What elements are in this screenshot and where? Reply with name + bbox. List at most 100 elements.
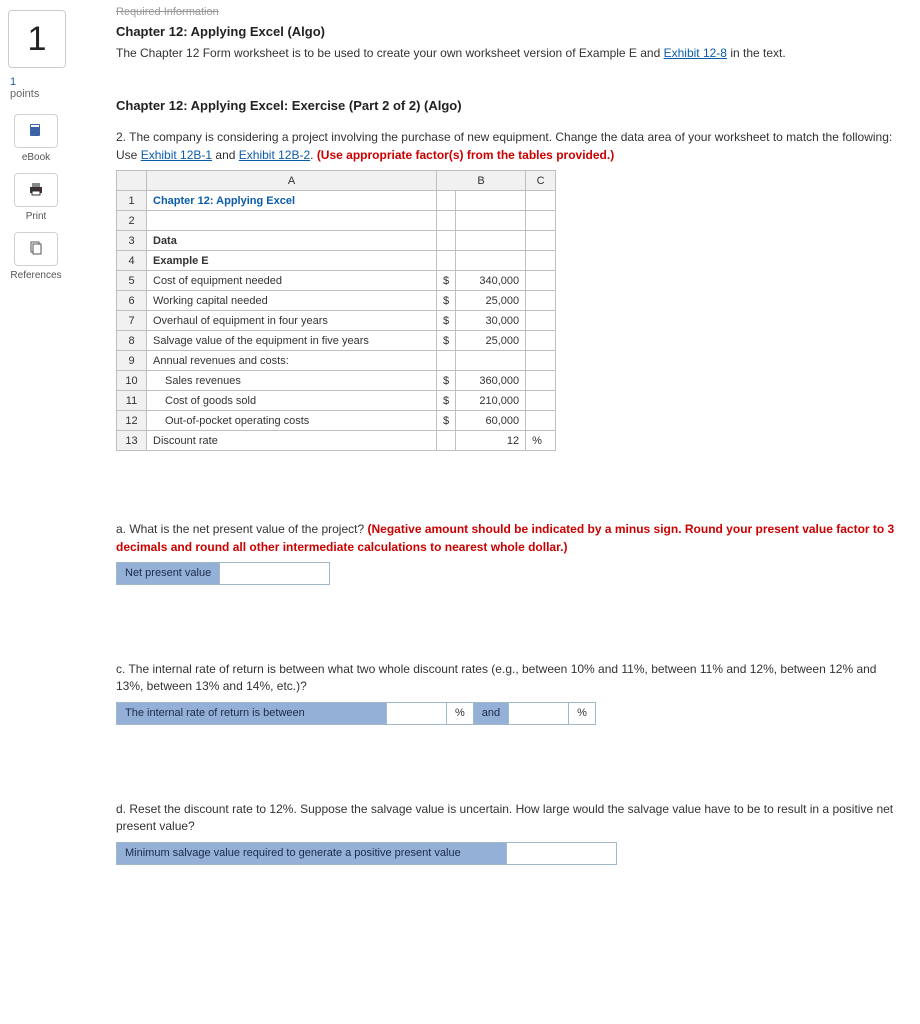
copy-icon [28, 240, 44, 259]
cell-c [526, 391, 556, 411]
intro-text-a: The Chapter 12 Form worksheet is to be u… [116, 46, 664, 60]
cell-c [526, 351, 556, 371]
exhibit-12-8-link[interactable]: Exhibit 12-8 [664, 46, 727, 60]
row-number: 1 [117, 191, 147, 211]
irr-pct-1: % [447, 702, 474, 724]
q2-text-b: . [310, 148, 317, 162]
cell-b [456, 211, 526, 231]
cell-c [526, 291, 556, 311]
cell-currency [437, 231, 456, 251]
cell-b [456, 231, 526, 251]
q2-and: and [212, 148, 239, 162]
cell-currency [437, 431, 456, 451]
cell-c [526, 231, 556, 251]
irr-input-low[interactable] [387, 702, 447, 724]
points-label: 1 points [10, 76, 110, 100]
row-number: 6 [117, 291, 147, 311]
cell-c [526, 211, 556, 231]
salvage-label: Minimum salvage value required to genera… [117, 842, 507, 864]
salvage-input[interactable] [507, 842, 617, 864]
irr-answer-table: The internal rate of return is between %… [116, 702, 596, 725]
cell-a: Overhaul of equipment in four years [147, 311, 437, 331]
cell-a: Cost of goods sold [147, 391, 437, 411]
cell-currency: $ [437, 371, 456, 391]
cell-b: 60,000 [456, 411, 526, 431]
required-information-label: Required Information [116, 6, 904, 18]
references-label: References [8, 270, 64, 281]
row-number: 8 [117, 331, 147, 351]
question-2-paragraph: 2. The company is considering a project … [116, 129, 904, 164]
cell-currency: $ [437, 411, 456, 431]
references-button[interactable] [14, 232, 58, 266]
qa-text: a. What is the net present value of the … [116, 522, 367, 536]
cell-currency: $ [437, 331, 456, 351]
row-number: 7 [117, 311, 147, 331]
exercise-title: Chapter 12: Applying Excel: Exercise (Pa… [116, 98, 904, 113]
cell-a [147, 211, 437, 231]
irr-input-high[interactable] [509, 702, 569, 724]
salvage-answer-table: Minimum salvage value required to genera… [116, 842, 617, 865]
data-spreadsheet: A B C 1Chapter 12: Applying Excel23Data4… [116, 170, 556, 451]
cell-c [526, 371, 556, 391]
cell-b [456, 191, 526, 211]
cell-c [526, 311, 556, 331]
cell-c: % [526, 431, 556, 451]
cell-b [456, 251, 526, 271]
cell-b: 12 [456, 431, 526, 451]
printer-icon [28, 181, 44, 200]
irr-and: and [473, 702, 508, 724]
ebook-label: eBook [8, 152, 64, 163]
npv-answer-table: Net present value [116, 562, 330, 585]
book-icon [28, 122, 44, 141]
col-c-header: C [526, 171, 556, 191]
cell-a: Working capital needed [147, 291, 437, 311]
row-number: 3 [117, 231, 147, 251]
exhibit-12b-1-link[interactable]: Exhibit 12B-1 [141, 148, 212, 162]
cell-a: Data [147, 231, 437, 251]
cell-currency [437, 351, 456, 371]
cell-currency: $ [437, 391, 456, 411]
row-number: 4 [117, 251, 147, 271]
row-number: 9 [117, 351, 147, 371]
cell-b: 25,000 [456, 331, 526, 351]
cell-b: 30,000 [456, 311, 526, 331]
chapter-title: Chapter 12: Applying Excel (Algo) [116, 24, 904, 39]
irr-label: The internal rate of return is between [117, 702, 387, 724]
intro-text-b: in the text. [727, 46, 786, 60]
cell-currency [437, 211, 456, 231]
print-button[interactable] [14, 173, 58, 207]
cell-c [526, 411, 556, 431]
cell-a: Chapter 12: Applying Excel [147, 191, 437, 211]
row-number: 12 [117, 411, 147, 431]
corner-cell [117, 171, 147, 191]
cell-currency [437, 251, 456, 271]
exhibit-12b-2-link[interactable]: Exhibit 12B-2 [239, 148, 310, 162]
npv-input[interactable] [220, 562, 330, 584]
row-number: 11 [117, 391, 147, 411]
cell-a: Discount rate [147, 431, 437, 451]
row-number: 10 [117, 371, 147, 391]
cell-currency: $ [437, 291, 456, 311]
cell-a: Annual revenues and costs: [147, 351, 437, 371]
cell-currency: $ [437, 271, 456, 291]
cell-b: 210,000 [456, 391, 526, 411]
cell-c [526, 251, 556, 271]
col-b-header: B [437, 171, 526, 191]
row-number: 5 [117, 271, 147, 291]
col-a-header: A [147, 171, 437, 191]
row-number: 2 [117, 211, 147, 231]
cell-c [526, 191, 556, 211]
cell-b: 340,000 [456, 271, 526, 291]
cell-b [456, 351, 526, 371]
npv-label: Net present value [117, 562, 220, 584]
cell-currency: $ [437, 311, 456, 331]
cell-a: Sales revenues [147, 371, 437, 391]
question-a-paragraph: a. What is the net present value of the … [116, 521, 904, 556]
cell-b: 360,000 [456, 371, 526, 391]
cell-b: 25,000 [456, 291, 526, 311]
ebook-button[interactable] [14, 114, 58, 148]
cell-c [526, 331, 556, 351]
intro-paragraph: The Chapter 12 Form worksheet is to be u… [116, 45, 904, 62]
q2-red-instruction: (Use appropriate factor(s) from the tabl… [317, 148, 614, 162]
print-label: Print [8, 211, 64, 222]
